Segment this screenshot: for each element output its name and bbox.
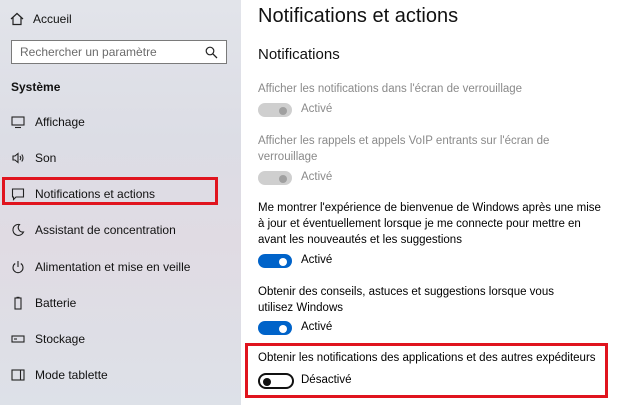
power-icon xyxy=(12,261,24,274)
sidebar-item-batterie[interactable]: Batterie xyxy=(0,291,241,315)
moon-icon xyxy=(12,223,25,236)
option-tips-suggestions: Obtenir des conseils, astuces et suggest… xyxy=(258,286,554,314)
home-link[interactable]: Accueil xyxy=(10,9,72,29)
option-lock-screen-notifications: Afficher les notifications dans l'écran … xyxy=(258,83,523,95)
search-icon[interactable] xyxy=(205,46,218,59)
search-input[interactable] xyxy=(12,44,202,60)
sidebar-item-label: Batterie xyxy=(35,296,77,310)
toggle-state-label: Activé xyxy=(301,103,333,115)
sidebar-item-label: Assistant de concentration xyxy=(35,223,176,237)
sidebar-item-stockage[interactable]: Stockage xyxy=(0,327,241,351)
toggle-welcome-experience[interactable] xyxy=(258,254,292,268)
toggle-knob xyxy=(279,325,287,333)
storage-icon xyxy=(11,335,25,343)
sidebar-item-label: Affichage xyxy=(35,115,85,129)
sidebar-item-label: Stockage xyxy=(35,332,86,346)
toggle-knob xyxy=(279,107,287,115)
page-title: Notifications et actions xyxy=(258,5,459,27)
toggle-state-label: Activé xyxy=(301,171,333,183)
toggle-tips-suggestions[interactable] xyxy=(258,321,292,335)
home-icon xyxy=(10,12,24,26)
sidebar-item-label: Mode tablette xyxy=(35,368,108,382)
option-voip-reminders: Afficher les rappels et appels VoIP entr… xyxy=(258,135,550,163)
display-icon xyxy=(11,116,25,129)
selection-highlight xyxy=(2,177,218,205)
sidebar-item-notifications[interactable]: Notifications et actions xyxy=(0,177,241,206)
battery-icon xyxy=(14,296,22,310)
speaker-icon xyxy=(12,152,24,164)
sidebar-item-concentration[interactable]: Assistant de concentration xyxy=(0,218,241,242)
sidebar-item-son[interactable]: Son xyxy=(0,146,241,170)
sidebar-item-label: Alimentation et mise en veille xyxy=(35,260,191,274)
toggle-knob xyxy=(279,175,287,183)
search-box[interactable] xyxy=(11,40,227,64)
tablet-icon xyxy=(11,369,25,381)
toggle-voip-reminders xyxy=(258,171,292,185)
section-label: Système xyxy=(11,80,61,94)
toggle-state-label: Activé xyxy=(301,321,333,333)
app-notifications-highlight xyxy=(245,343,608,398)
sidebar: Accueil Système Affichage Son Notificati… xyxy=(0,0,241,405)
option-welcome-experience: Me montrer l'expérience de bienvenue de … xyxy=(258,202,601,246)
home-label: Accueil xyxy=(33,12,72,26)
sidebar-item-label: Son xyxy=(35,151,57,165)
section-title: Notifications xyxy=(258,46,340,63)
sidebar-item-alimentation[interactable]: Alimentation et mise en veille xyxy=(0,255,241,279)
toggle-knob xyxy=(279,258,287,266)
sidebar-item-mode-tablette[interactable]: Mode tablette xyxy=(0,363,241,387)
toggle-state-label: Activé xyxy=(301,254,333,266)
toggle-lock-screen-notifications xyxy=(258,103,292,117)
sidebar-item-affichage[interactable]: Affichage xyxy=(0,110,241,134)
